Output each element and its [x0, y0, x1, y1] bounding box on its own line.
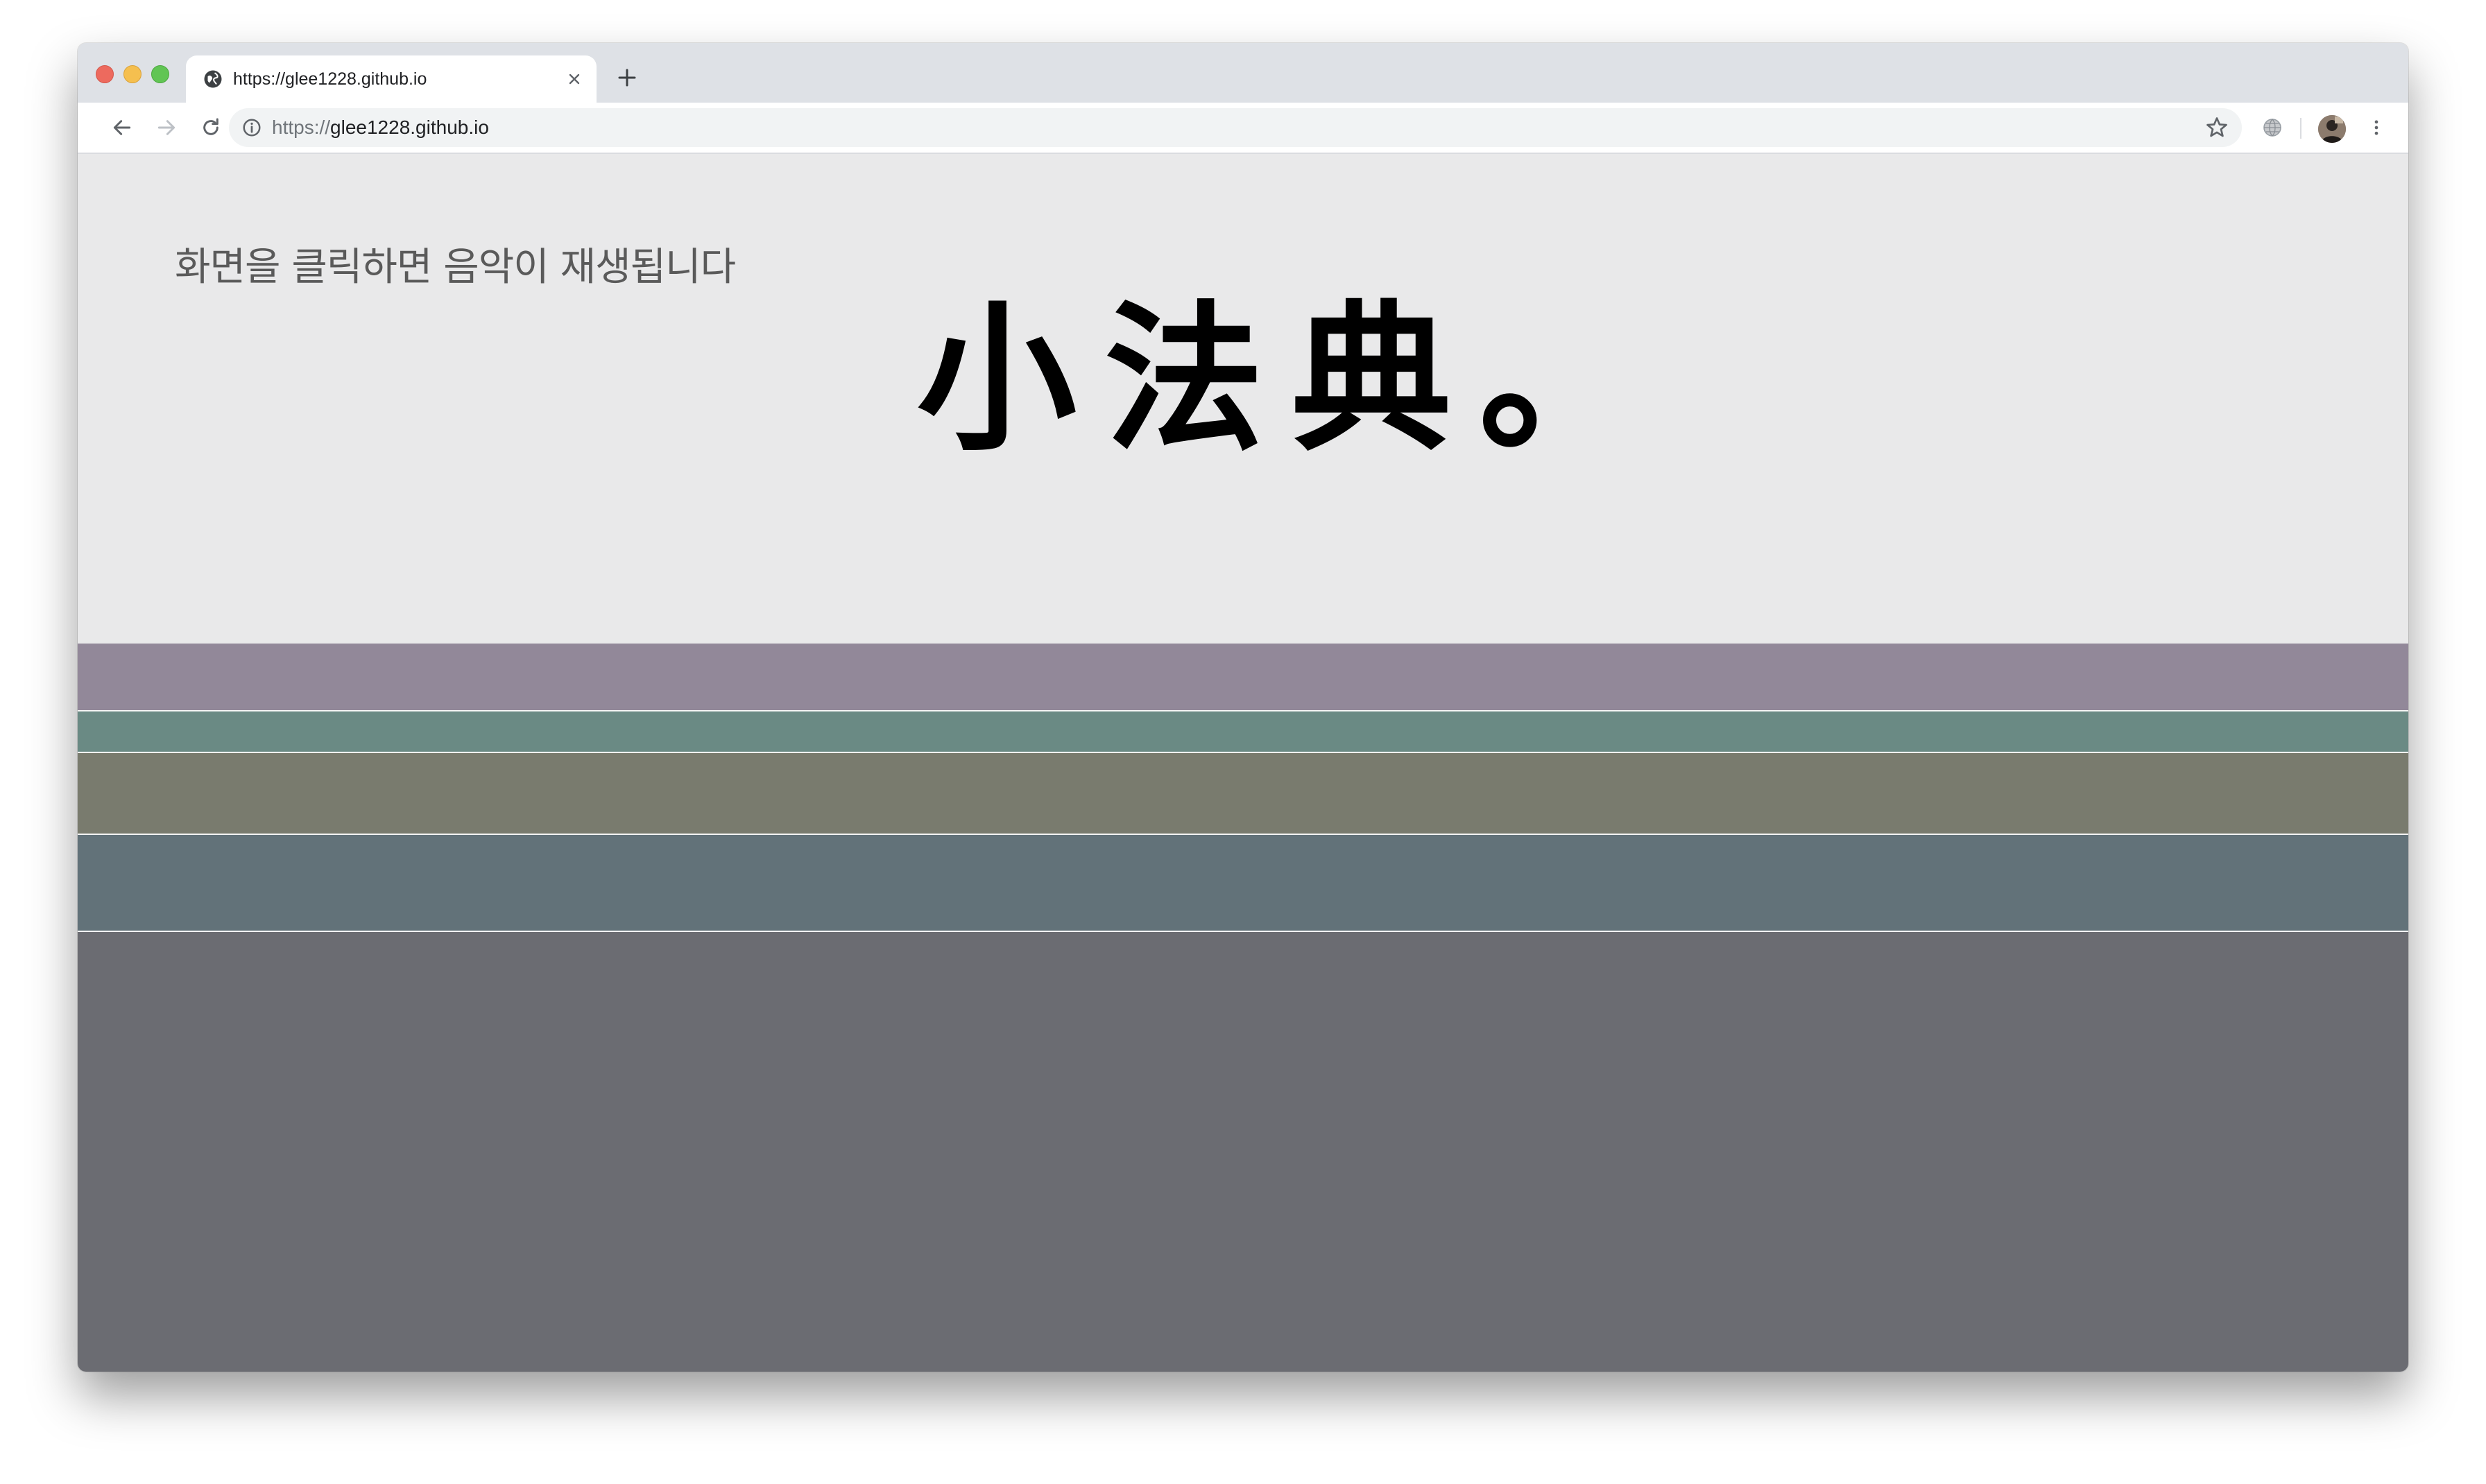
star-icon[interactable]	[2204, 115, 2229, 140]
address-url[interactable]: https://glee1228.github.io	[272, 117, 489, 139]
close-icon	[569, 74, 580, 85]
window-close-button[interactable]	[96, 65, 114, 83]
browser-window: https://glee1228.github.io https://glee1…	[78, 43, 2408, 1372]
back-button[interactable]	[107, 112, 137, 143]
arrow-right-icon	[157, 120, 175, 135]
site-title: 小法典。	[917, 286, 1666, 473]
avatar[interactable]	[2318, 115, 2346, 143]
color-band[interactable]	[78, 644, 2408, 710]
window-maximize-button[interactable]	[151, 65, 169, 83]
arrow-left-icon	[113, 120, 131, 135]
kebab-menu-icon	[2374, 120, 2378, 135]
new-tab-button[interactable]	[615, 65, 640, 90]
url-host: glee1228.github.io	[330, 117, 489, 138]
color-band[interactable]	[78, 753, 2408, 834]
reload-button[interactable]	[196, 112, 226, 143]
browser-tab[interactable]: https://glee1228.github.io	[186, 55, 597, 103]
tab-strip: https://glee1228.github.io	[78, 43, 2408, 103]
browser-menu-button[interactable]	[2361, 112, 2392, 143]
forward-button[interactable]	[151, 112, 182, 143]
globe-icon	[204, 70, 222, 88]
info-icon[interactable]	[241, 117, 262, 138]
url-scheme: https://	[272, 117, 331, 138]
globe-extension-icon	[2263, 119, 2281, 137]
click-to-play-notice: 화면을 클릭하면 음악이 재생됩니다	[175, 245, 736, 290]
color-bands[interactable]	[78, 644, 2408, 1372]
page-viewport[interactable]: 화면을 클릭하면 음악이 재생됩니다 小法典。	[78, 154, 2408, 1372]
toolbar-separator	[2300, 118, 2301, 139]
color-band[interactable]	[78, 835, 2408, 931]
color-band[interactable]	[78, 711, 2408, 752]
browser-toolbar: https://glee1228.github.io	[78, 103, 2408, 154]
address-bar[interactable]: https://glee1228.github.io	[229, 108, 2242, 147]
extension-button[interactable]	[2257, 112, 2288, 143]
tab-close-button[interactable]	[563, 68, 585, 90]
window-minimize-button[interactable]	[123, 65, 142, 83]
profile-photo-icon	[2318, 115, 2346, 143]
tab-title: https://glee1228.github.io	[233, 69, 427, 89]
reload-icon	[203, 118, 218, 135]
color-band[interactable]	[78, 932, 2408, 1372]
plus-icon	[618, 69, 636, 87]
